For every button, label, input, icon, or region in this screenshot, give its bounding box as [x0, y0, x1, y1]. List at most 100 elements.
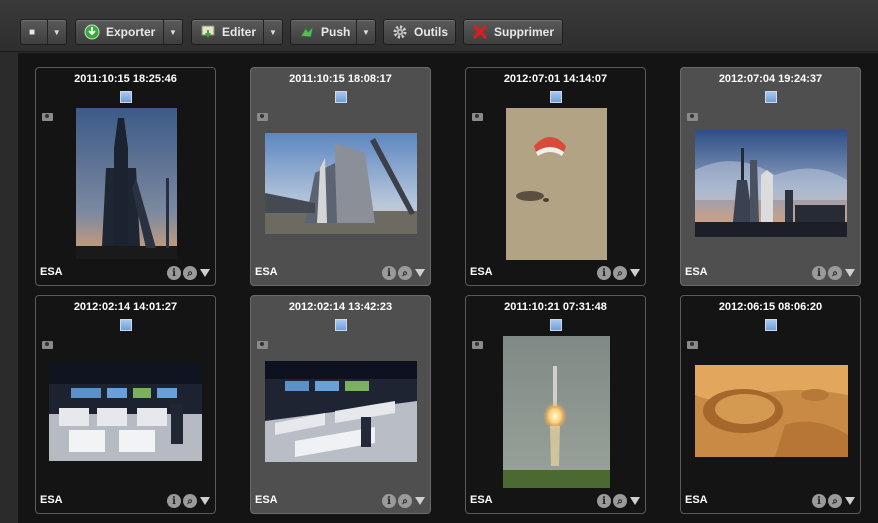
export-main[interactable]: Exporter: [76, 20, 163, 44]
export-label: Exporter: [106, 25, 156, 39]
delete-label: Supprimer: [494, 25, 555, 39]
edit-button[interactable]: Editer ▼: [191, 19, 283, 45]
select-checkbox[interactable]: [120, 91, 132, 103]
delete-icon: [472, 24, 488, 40]
photo-card[interactable]: 2011:10:21 07:31:48 ESA i ⌕: [465, 295, 646, 514]
photo-credit: ESA: [255, 494, 278, 506]
photo-thumbnail[interactable]: [503, 336, 610, 488]
menu-triangle-icon[interactable]: [415, 269, 425, 277]
photo-credit: ESA: [685, 266, 708, 278]
tools-button[interactable]: Outils: [383, 19, 456, 45]
photo-credit: ESA: [685, 494, 708, 506]
zoom-icon[interactable]: ⌕: [183, 266, 197, 280]
menu-triangle-icon[interactable]: [845, 269, 855, 277]
photo-card[interactable]: 2012:02:14 14:01:27 ESA i ⌕: [35, 295, 216, 514]
photo-actions: i ⌕: [597, 494, 640, 508]
photo-thumbnail[interactable]: [265, 133, 417, 234]
photo-thumbnail[interactable]: [506, 108, 607, 260]
menu-triangle-icon[interactable]: [200, 269, 210, 277]
zoom-icon[interactable]: ⌕: [613, 494, 627, 508]
select-checkbox[interactable]: [120, 319, 132, 331]
info-icon[interactable]: i: [597, 266, 611, 280]
photo-actions: i ⌕: [382, 266, 425, 280]
photo-actions: i ⌕: [382, 494, 425, 508]
photo-actions: i ⌕: [167, 266, 210, 280]
photo-timestamp: 2012:06:15 08:06:20: [718, 301, 823, 313]
photo-card[interactable]: 2012:06:15 08:06:20 ESA i ⌕: [680, 295, 861, 514]
photo-card[interactable]: 2011:10:15 18:08:17 ESA i ⌕: [250, 67, 431, 286]
photo-credit: ESA: [40, 494, 63, 506]
edit-icon: [200, 24, 216, 40]
zoom-icon[interactable]: ⌕: [398, 266, 412, 280]
info-icon[interactable]: i: [167, 494, 181, 508]
info-icon[interactable]: i: [382, 266, 396, 280]
zoom-icon[interactable]: ⌕: [398, 494, 412, 508]
menu-triangle-icon[interactable]: [200, 497, 210, 505]
zoom-icon[interactable]: ⌕: [613, 266, 627, 280]
camera-icon: [687, 113, 698, 121]
select-checkbox[interactable]: [550, 319, 562, 331]
tools-main[interactable]: Outils: [384, 20, 458, 44]
select-checkbox[interactable]: [765, 91, 777, 103]
select-checkbox[interactable]: [335, 319, 347, 331]
menu-triangle-icon[interactable]: [415, 497, 425, 505]
select-checkbox[interactable]: [550, 91, 562, 103]
photo-grid: 2011:10:15 18:25:46 ESA i ⌕ 2011:10:15 1…: [18, 53, 878, 523]
info-icon[interactable]: i: [382, 494, 396, 508]
photo-card[interactable]: 2012:07:01 14:14:07 ESA i ⌕: [465, 67, 646, 286]
push-icon: [299, 24, 315, 40]
menu-triangle-icon[interactable]: [845, 497, 855, 505]
photo-thumbnail[interactable]: [49, 364, 202, 461]
photo-timestamp: 2012:02:14 13:42:23: [288, 301, 393, 313]
zoom-icon[interactable]: ⌕: [828, 266, 842, 280]
edit-dropdown-toggle[interactable]: ▼: [263, 20, 282, 44]
menu-triangle-icon[interactable]: [630, 497, 640, 505]
select-checkbox[interactable]: [335, 91, 347, 103]
camera-icon: [257, 113, 268, 121]
push-label: Push: [321, 25, 351, 39]
photo-card[interactable]: 2011:10:15 18:25:46 ESA i ⌕: [35, 67, 216, 286]
photo-actions: i ⌕: [597, 266, 640, 280]
photo-thumbnail[interactable]: [695, 130, 847, 237]
photo-thumbnail[interactable]: [76, 108, 177, 259]
export-dropdown-toggle[interactable]: ▼: [163, 20, 182, 44]
edit-main[interactable]: Editer: [192, 20, 263, 44]
tools-label: Outils: [414, 25, 449, 39]
photo-timestamp: 2011:10:15 18:08:17: [289, 73, 392, 85]
select-dropdown-toggle[interactable]: ▼: [46, 20, 66, 44]
photo-timestamp: 2012:07:01 14:14:07: [503, 73, 608, 85]
edit-label: Editer: [222, 25, 257, 39]
info-icon[interactable]: i: [812, 494, 826, 508]
push-dropdown-toggle[interactable]: ▼: [356, 20, 375, 44]
info-icon[interactable]: i: [812, 266, 826, 280]
export-button[interactable]: Exporter ▼: [75, 19, 183, 45]
info-icon[interactable]: i: [597, 494, 611, 508]
zoom-icon[interactable]: ⌕: [183, 494, 197, 508]
info-icon[interactable]: i: [167, 266, 181, 280]
photo-actions: i ⌕: [167, 494, 210, 508]
select-all-button[interactable]: ■ ▼: [20, 19, 67, 45]
delete-button[interactable]: Supprimer: [463, 19, 563, 45]
photo-card[interactable]: 2012:07:04 19:24:37 ESA i ⌕: [680, 67, 861, 286]
photo-credit: ESA: [470, 494, 493, 506]
delete-main[interactable]: Supprimer: [464, 20, 564, 44]
photo-thumbnail[interactable]: [265, 361, 417, 462]
camera-icon: [42, 341, 53, 349]
camera-icon: [42, 113, 53, 121]
photo-card[interactable]: 2012:02:14 13:42:23 ESA i ⌕: [250, 295, 431, 514]
zoom-icon[interactable]: ⌕: [828, 494, 842, 508]
photo-actions: i ⌕: [812, 494, 855, 508]
select-square-icon: ■: [29, 26, 36, 38]
push-main[interactable]: Push: [291, 20, 356, 44]
select-all-toggle[interactable]: ■: [21, 20, 47, 44]
menu-triangle-icon[interactable]: [630, 269, 640, 277]
photo-timestamp: 2012:07:04 19:24:37: [718, 73, 823, 85]
camera-icon: [472, 341, 483, 349]
toolbar: ■ ▼ Exporter ▼ Editer ▼ Push ▼ Outils Su…: [0, 0, 878, 52]
photo-thumbnail[interactable]: [695, 365, 848, 457]
select-checkbox[interactable]: [765, 319, 777, 331]
push-button[interactable]: Push ▼: [290, 19, 376, 45]
camera-icon: [257, 341, 268, 349]
camera-icon: [687, 341, 698, 349]
photo-credit: ESA: [255, 266, 278, 278]
